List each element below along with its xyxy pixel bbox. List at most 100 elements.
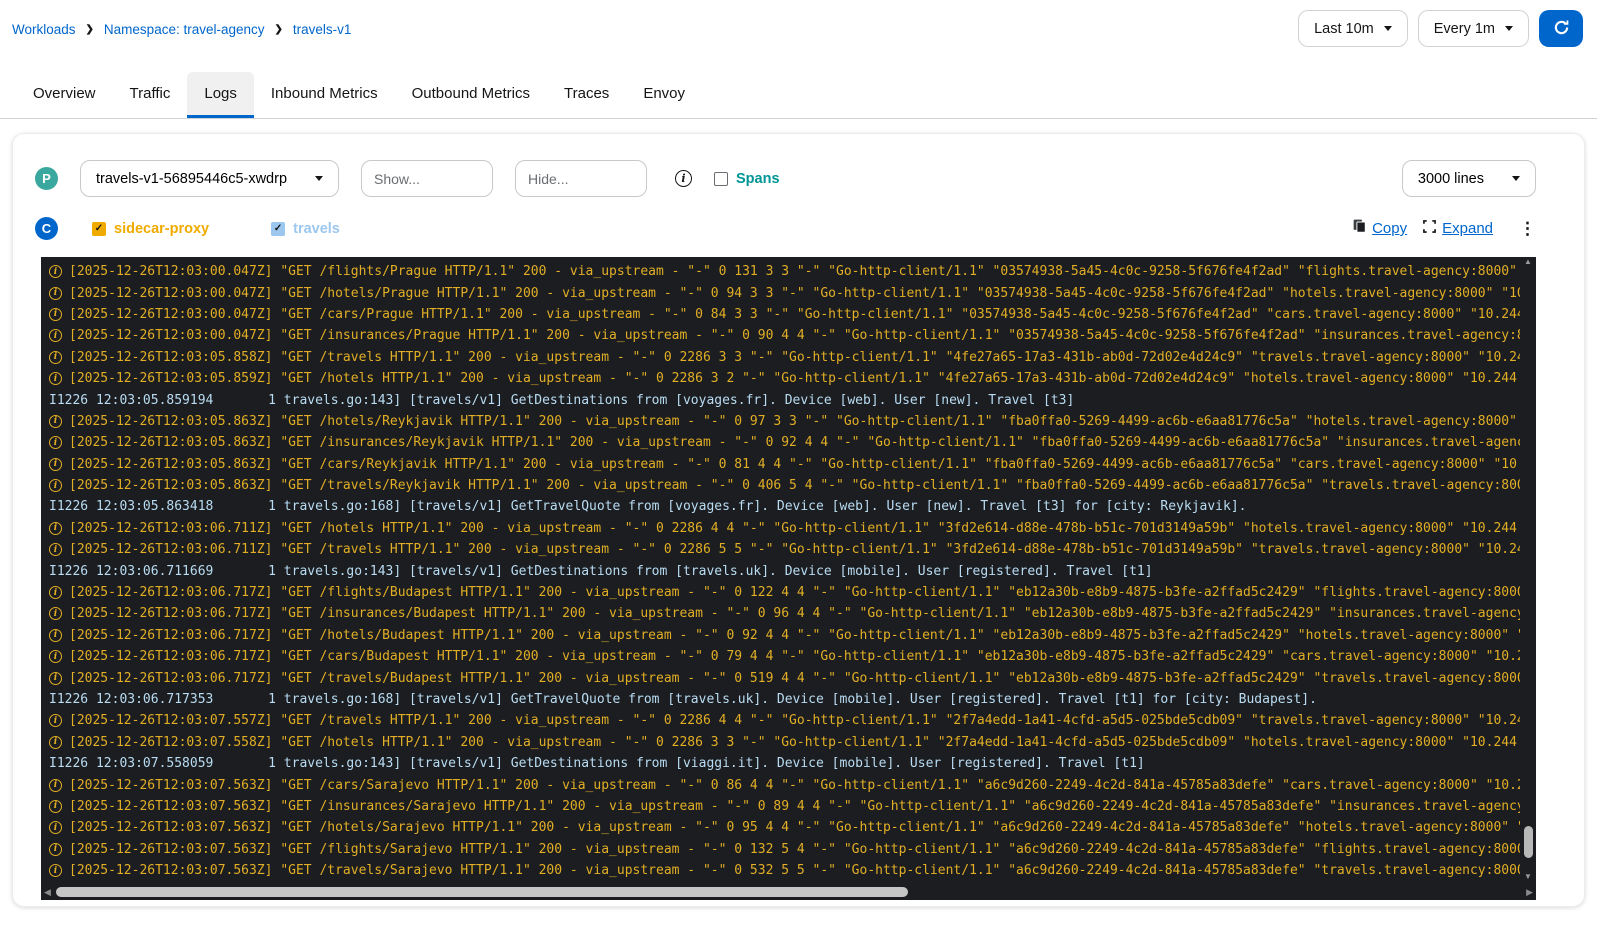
tab-outbound-metrics[interactable]: Outbound Metrics — [395, 72, 547, 118]
info-icon[interactable]: i — [49, 586, 62, 599]
info-icon[interactable]: i — [49, 308, 62, 321]
travels-label: travels — [293, 221, 340, 237]
container-badge: C — [35, 217, 58, 240]
info-icon[interactable]: i — [49, 329, 62, 342]
log-line: i[2025-12-26T12:03:05.863Z] "GET /travel… — [49, 475, 1520, 496]
log-line-text: [2025-12-26T12:03:07.563Z] "GET /hotels/… — [69, 820, 1520, 835]
duration-select[interactable]: Last 10m — [1298, 10, 1408, 47]
log-line: i [2025-12-26T12:03:06.717Z] "GET /travel… — [49, 667, 1520, 688]
log-line-text: [2025-12-26T12:03:07.563Z] "GET /flights… — [69, 842, 1520, 857]
log-line-text: [2025-12-26T12:03:05.859Z] "GET /hotels … — [69, 371, 1520, 386]
lines-select[interactable]: 3000 lines — [1402, 160, 1536, 197]
horizontal-scrollbar[interactable]: ◀ ▶ — [41, 884, 1536, 900]
info-icon[interactable]: i — [49, 265, 62, 278]
info-icon[interactable]: i — [49, 287, 62, 300]
info-icon[interactable]: i — [49, 800, 62, 813]
info-icon[interactable]: i — [49, 821, 62, 834]
info-icon[interactable]: i — [49, 458, 62, 471]
chevron-down-icon — [315, 176, 323, 181]
log-line: i[2025-12-26T12:03:05.863Z] "GET /hotels… — [49, 411, 1520, 432]
spans-label: Spans — [736, 171, 780, 187]
spans-toggle[interactable]: Spans — [714, 171, 780, 187]
info-icon[interactable]: i — [49, 479, 62, 492]
scroll-up-icon[interactable]: ▲ — [1524, 257, 1532, 267]
refresh-interval-select[interactable]: Every 1m — [1418, 10, 1529, 47]
log-line: i[2025-12-26T12:03:06.717Z] "GET /cars/B… — [49, 646, 1520, 667]
pod-select[interactable]: travels-v1-56895446c5-xwdrp — [80, 160, 339, 197]
info-icon[interactable]: i — [49, 650, 62, 663]
tab-traces[interactable]: Traces — [547, 72, 626, 118]
log-line: i[2025-12-26T12:03:06.717Z] "GET /hotels… — [49, 625, 1520, 646]
container-toggle-sidecar-proxy[interactable]: ✓ sidecar-proxy — [92, 221, 209, 237]
log-line: i [2025-12-26T12:03:06.711Z] "GET /travel… — [49, 539, 1520, 560]
horizontal-scrollbar-thumb[interactable] — [56, 887, 908, 897]
breadcrumb-link-namespace[interactable]: Namespace: travel-agency — [104, 22, 265, 37]
log-line: I1226 12:03:05.859194 1 travels.go:143] … — [49, 389, 1520, 410]
hide-filter-input[interactable] — [515, 160, 647, 197]
info-icon[interactable]: i — [49, 843, 62, 856]
info-icon[interactable]: i — [49, 736, 62, 749]
expand-icon — [1423, 220, 1436, 238]
info-icon[interactable]: i — [49, 779, 62, 792]
log-line-text: [2025-12-26T12:03:06.717Z] "GET /travels… — [69, 671, 1520, 686]
spans-checkbox[interactable] — [714, 172, 728, 186]
log-line-text: [2025-12-26T12:03:05.858Z] "GET /travels… — [69, 350, 1520, 365]
log-lines: i[2025-12-26T12:03:00.047Z] "GET /flight… — [41, 257, 1520, 884]
info-icon[interactable]: i — [49, 607, 62, 620]
tab-traffic[interactable]: Traffic — [113, 72, 188, 118]
info-icon[interactable]: i — [675, 170, 692, 187]
sidecar-proxy-checkbox[interactable]: ✓ — [92, 222, 106, 236]
refresh-button[interactable] — [1539, 10, 1583, 47]
refresh-interval-value: Every 1m — [1434, 21, 1495, 37]
vertical-scrollbar[interactable]: ▲ ▼ — [1520, 257, 1536, 884]
log-line-text: [2025-12-26T12:03:07.563Z] "GET /insuran… — [69, 799, 1520, 814]
info-icon[interactable]: i — [49, 714, 62, 727]
container-toggle-travels[interactable]: ✓ travels — [271, 221, 340, 237]
log-line-text: [2025-12-26T12:03:00.047Z] "GET /insuran… — [69, 328, 1520, 343]
lines-select-value: 3000 lines — [1418, 171, 1484, 187]
tab-inbound-metrics[interactable]: Inbound Metrics — [254, 72, 395, 118]
top-bar: Workloads ❯ Namespace: travel-agency ❯ t… — [0, 0, 1597, 58]
info-icon[interactable]: i — [49, 436, 62, 449]
scroll-down-icon[interactable]: ▼ — [1524, 872, 1532, 882]
chevron-down-icon — [1505, 26, 1513, 31]
info-icon[interactable]: i — [49, 522, 62, 535]
copy-action[interactable]: Copy — [1353, 219, 1407, 238]
sync-icon — [1553, 19, 1570, 39]
log-line: i[2025-12-26T12:03:07.563Z] "GET /travel… — [49, 860, 1520, 881]
tab-overview[interactable]: Overview — [16, 72, 113, 118]
expand-action[interactable]: Expand — [1423, 220, 1493, 238]
log-line: i [2025-12-26T12:03:07.563Z] "GET /hotels… — [49, 817, 1520, 838]
tab-logs[interactable]: Logs — [187, 72, 254, 118]
breadcrumb-link-workloads[interactable]: Workloads — [12, 22, 76, 37]
info-icon[interactable]: i — [49, 415, 62, 428]
log-line-text: [2025-12-26T12:03:07.558Z] "GET /hotels … — [69, 735, 1520, 750]
log-line-text: [2025-12-26T12:03:06.711Z] "GET /travels… — [69, 542, 1520, 557]
copy-link[interactable]: Copy — [1372, 220, 1407, 237]
log-line-text: [2025-12-26T12:03:05.863Z] "GET /insuran… — [69, 435, 1520, 450]
log-line: i[2025-12-26T12:03:05.863Z] "GET /cars/R… — [49, 454, 1520, 475]
kebab-menu-icon[interactable]: ⋮ — [1519, 220, 1536, 237]
info-icon[interactable]: i — [49, 672, 62, 685]
travels-checkbox[interactable]: ✓ — [271, 222, 285, 236]
log-line: i [2025-12-26T12:03:07.563Z] "GET /cars/S… — [49, 774, 1520, 795]
tab-envoy[interactable]: Envoy — [626, 72, 702, 118]
log-line-text: I1226 12:03:05.863418 1 travels.go:168] … — [49, 499, 1246, 514]
horizontal-scrollbar-track[interactable] — [54, 884, 1523, 900]
log-line: i [2025-12-26T12:03:05.863Z] "GET /insura… — [49, 432, 1520, 453]
info-icon[interactable]: i — [49, 864, 62, 877]
expand-link[interactable]: Expand — [1442, 220, 1493, 237]
info-icon[interactable]: i — [49, 543, 62, 556]
scroll-left-icon[interactable]: ◀ — [41, 887, 54, 898]
info-icon[interactable]: i — [49, 629, 62, 642]
info-icon[interactable]: i — [49, 372, 62, 385]
log-line-text: [2025-12-26T12:03:07.563Z] "GET /cars/Sa… — [69, 778, 1520, 793]
breadcrumb-link-workload[interactable]: travels-v1 — [293, 22, 352, 37]
log-line-text: [2025-12-26T12:03:07.557Z] "GET /travels… — [69, 713, 1520, 728]
scroll-right-icon[interactable]: ▶ — [1523, 887, 1536, 898]
log-pane: i[2025-12-26T12:03:00.047Z] "GET /flight… — [41, 257, 1536, 900]
show-filter-input[interactable] — [361, 160, 493, 197]
vertical-scrollbar-thumb[interactable] — [1524, 826, 1533, 858]
info-icon[interactable]: i — [49, 351, 62, 364]
log-line: i[2025-12-26T12:03:00.047Z] "GET /cars/P… — [49, 304, 1520, 325]
